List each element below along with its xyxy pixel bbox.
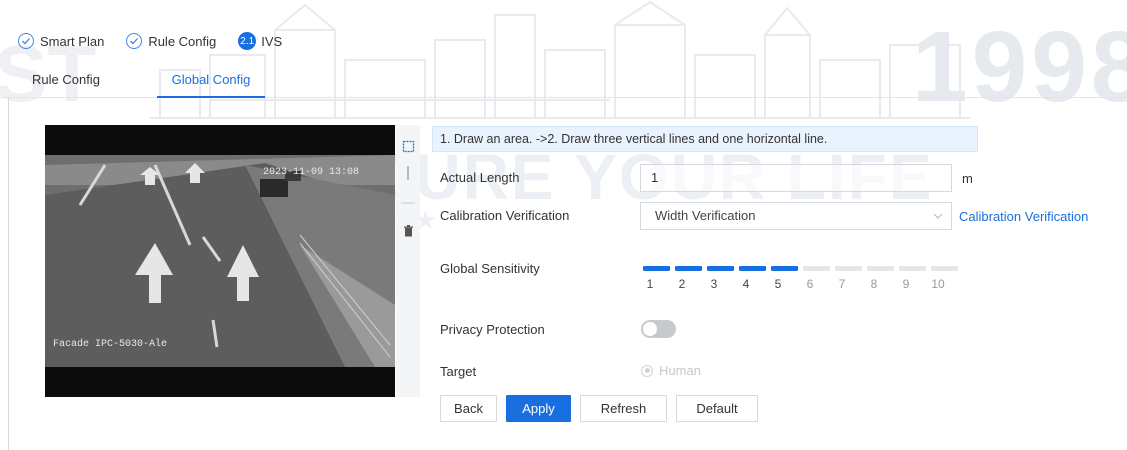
calibration-verification-select[interactable]: Width Verification xyxy=(640,202,952,230)
instruction-hint: 1. Draw an area. ->2. Draw three vertica… xyxy=(432,126,978,152)
config-tabs: Rule Config Global Config xyxy=(0,62,1127,98)
breadcrumb-item-ivs[interactable]: 2.1 IVS xyxy=(238,32,282,50)
check-circle-icon xyxy=(18,33,34,49)
breadcrumb-label: Smart Plan xyxy=(40,33,105,49)
watermark-skyline xyxy=(150,0,970,119)
osd-timestamp: 2023-11-09 13:08 xyxy=(263,167,360,178)
chevron-down-icon xyxy=(933,213,943,219)
check-circle-icon xyxy=(126,33,143,49)
sensitivity-tick-label: 3 xyxy=(710,277,718,291)
breadcrumb: Smart Plan Rule Config 2.1 IVS xyxy=(18,31,304,51)
breadcrumb-item-smart-plan[interactable]: Smart Plan xyxy=(18,33,104,49)
sensitivity-segment[interactable] xyxy=(739,266,766,271)
default-button[interactable]: Default xyxy=(676,395,758,422)
actual-length-label: Actual Length xyxy=(440,170,520,185)
sensitivity-tick-label: 6 xyxy=(806,277,814,291)
sensitivity-tick-label: 4 xyxy=(742,277,750,291)
calibration-selected-value: Width Verification xyxy=(655,208,756,223)
apply-button[interactable]: Apply xyxy=(506,395,571,422)
video-preview[interactable]: 2023-11-09 13:08 Facade IPC-5030-Ale xyxy=(45,125,395,397)
draw-line-icon[interactable] xyxy=(400,165,416,181)
toggle-knob xyxy=(643,322,657,336)
content-frame-border xyxy=(8,98,9,450)
sensitivity-tick-label: 7 xyxy=(838,277,846,291)
sensitivity-segment[interactable] xyxy=(803,266,830,271)
back-button[interactable]: Back xyxy=(440,395,497,422)
sensitivity-segment[interactable] xyxy=(899,266,926,271)
radio-icon xyxy=(641,364,653,377)
sensitivity-tick-label: 10 xyxy=(931,277,945,291)
breadcrumb-label: IVS xyxy=(261,33,283,49)
target-radio-label: Human xyxy=(659,363,701,378)
calibration-verification-link[interactable]: Calibration Verification xyxy=(959,209,1088,224)
refresh-button[interactable]: Refresh xyxy=(580,395,667,422)
global-sensitivity-slider[interactable]: 1 2 3 4 5 6 7 8 9 10 xyxy=(640,263,960,291)
breadcrumb-label: Rule Config xyxy=(148,33,217,49)
sensitivity-segment[interactable] xyxy=(771,266,798,271)
sensitivity-segment[interactable] xyxy=(643,266,670,271)
sensitivity-segment[interactable] xyxy=(867,266,894,271)
actual-length-input[interactable]: 1 xyxy=(640,164,952,192)
sensitivity-segment[interactable] xyxy=(707,266,734,271)
drawing-toolbar xyxy=(396,125,420,397)
privacy-protection-toggle[interactable] xyxy=(641,320,676,338)
tab-rule-config[interactable]: Rule Config xyxy=(32,62,122,98)
step-number-badge: 2.1 xyxy=(238,32,257,50)
tab-global-config[interactable]: Global Config xyxy=(157,62,265,98)
separator-line xyxy=(400,195,416,211)
sensitivity-tick-label: 2 xyxy=(678,277,686,291)
actual-length-unit: m xyxy=(962,171,973,186)
sensitivity-tick-label: 5 xyxy=(774,277,782,291)
sensitivity-segment[interactable] xyxy=(675,266,702,271)
calibration-verification-label: Calibration Verification xyxy=(440,208,570,223)
sensitivity-tick-label: 9 xyxy=(902,277,910,291)
global-sensitivity-label: Global Sensitivity xyxy=(440,261,540,276)
breadcrumb-item-rule-config[interactable]: Rule Config xyxy=(126,33,216,49)
osd-channel-name: Facade IPC-5030-Ale xyxy=(53,339,168,350)
sensitivity-tick-label: 8 xyxy=(870,277,878,291)
sensitivity-segment[interactable] xyxy=(931,266,958,271)
sensitivity-tick-label: 1 xyxy=(646,277,654,291)
camera-scene xyxy=(45,155,395,367)
target-label: Target xyxy=(440,364,477,379)
delete-icon[interactable] xyxy=(400,223,416,239)
sensitivity-segment[interactable] xyxy=(835,266,862,271)
target-radio-human[interactable]: Human xyxy=(641,363,701,378)
draw-area-icon[interactable] xyxy=(400,138,416,154)
privacy-protection-label: Privacy Protection xyxy=(440,322,545,337)
